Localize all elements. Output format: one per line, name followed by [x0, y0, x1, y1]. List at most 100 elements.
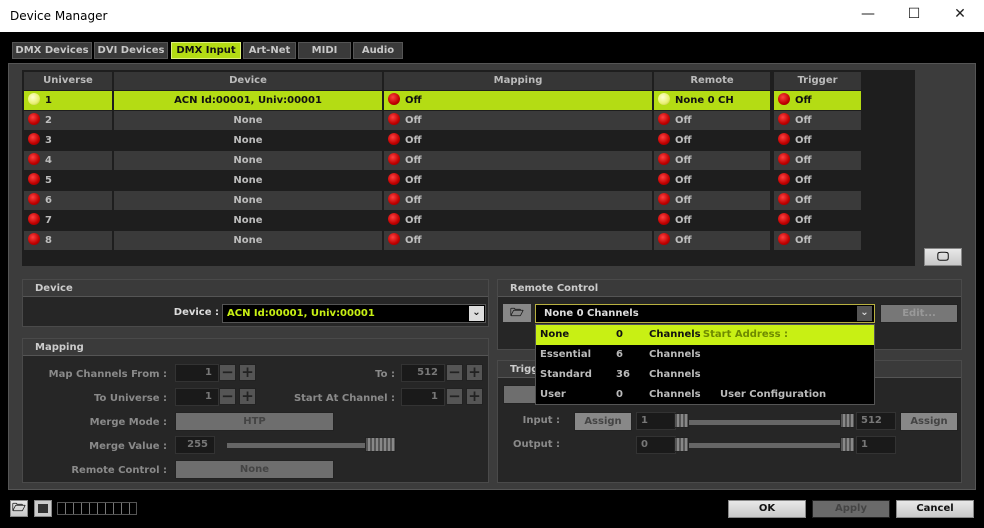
- column-header-remote[interactable]: Remote: [654, 72, 770, 90]
- table-cell-remote[interactable]: Off: [654, 191, 770, 210]
- folder-open-icon[interactable]: 🗁: [503, 304, 531, 322]
- table-cell-mapping[interactable]: Off: [384, 151, 652, 170]
- merge-mode-button[interactable]: HTP: [175, 412, 334, 431]
- apply-button[interactable]: Apply: [812, 500, 890, 518]
- column-header-device[interactable]: Device: [114, 72, 382, 90]
- plus-icon[interactable]: +: [239, 388, 256, 405]
- remote-control-select[interactable]: None 0 Channels ⌄: [535, 304, 875, 323]
- table-cell-universe[interactable]: 1: [24, 91, 112, 110]
- minus-icon[interactable]: −: [446, 388, 463, 405]
- to-universe-field[interactable]: 1: [175, 388, 219, 406]
- table-cell-universe[interactable]: 8: [24, 231, 112, 250]
- table-cell-remote[interactable]: Off: [654, 231, 770, 250]
- tab-midi[interactable]: MIDI: [298, 42, 351, 59]
- map-to-field[interactable]: 512: [401, 364, 445, 382]
- merge-value-slider[interactable]: [227, 443, 367, 448]
- maximize-button[interactable]: ☐: [904, 6, 924, 26]
- table-cell-remote[interactable]: Off: [654, 171, 770, 190]
- input-max-handle[interactable]: [840, 413, 855, 428]
- table-cell-trigger[interactable]: Off: [774, 231, 861, 250]
- tab-art-net[interactable]: Art-Net: [243, 42, 296, 59]
- close-button[interactable]: ✕: [950, 6, 970, 26]
- merge-value-field[interactable]: 255: [175, 436, 215, 454]
- table-cell-trigger[interactable]: Off: [774, 171, 861, 190]
- table-cell-device[interactable]: None: [114, 171, 382, 190]
- input-min-handle[interactable]: [674, 413, 689, 428]
- input-from-field[interactable]: 1: [636, 412, 676, 430]
- minus-icon[interactable]: −: [219, 388, 236, 405]
- tab-dmx-devices[interactable]: DMX Devices: [12, 42, 92, 59]
- table-cell-device[interactable]: ACN Id:00001, Univ:00001: [114, 91, 382, 110]
- tab-dmx-input[interactable]: DMX Input: [171, 42, 241, 59]
- table-cell-trigger[interactable]: Off: [774, 111, 861, 130]
- edit-button[interactable]: Edit...: [880, 304, 958, 323]
- table-cell-mapping[interactable]: Off: [384, 131, 652, 150]
- table-cell-universe[interactable]: 6: [24, 191, 112, 210]
- input-assign-button[interactable]: Assign: [574, 412, 632, 431]
- table-cell-mapping[interactable]: Off: [384, 211, 652, 230]
- chevron-down-icon[interactable]: ⌄: [857, 306, 872, 321]
- minus-icon[interactable]: −: [446, 364, 463, 381]
- output-from-field[interactable]: 0: [636, 436, 676, 454]
- table-cell-trigger[interactable]: Off: [774, 131, 861, 150]
- column-header-universe[interactable]: Universe: [24, 72, 112, 90]
- column-header-mapping[interactable]: Mapping: [384, 72, 652, 90]
- tab-audio[interactable]: Audio: [353, 42, 403, 59]
- input-range-slider[interactable]: [684, 420, 844, 425]
- table-cell-universe[interactable]: 7: [24, 211, 112, 230]
- table-cell-mapping[interactable]: Off: [384, 91, 652, 110]
- cell-text: Off: [675, 135, 692, 146]
- ok-button[interactable]: OK: [728, 500, 806, 518]
- output-range-slider[interactable]: [684, 443, 844, 448]
- table-cell-remote[interactable]: None 0 CH: [654, 91, 770, 110]
- dropdown-option-user[interactable]: User 0 Channels User Configuration: [536, 385, 874, 405]
- table-cell-universe[interactable]: 5: [24, 171, 112, 190]
- table-cell-universe[interactable]: 4: [24, 151, 112, 170]
- table-cell-device[interactable]: None: [114, 131, 382, 150]
- table-cell-remote[interactable]: Off: [654, 111, 770, 130]
- dropdown-option-standard[interactable]: Standard 36 Channels: [536, 365, 874, 385]
- table-cell-device[interactable]: None: [114, 151, 382, 170]
- table-cell-mapping[interactable]: Off: [384, 231, 652, 250]
- output-max-handle[interactable]: [840, 437, 855, 452]
- table-cell-trigger[interactable]: Off: [774, 151, 861, 170]
- cell-text: None: [233, 195, 263, 206]
- table-cell-mapping[interactable]: Off: [384, 171, 652, 190]
- plus-icon[interactable]: +: [466, 388, 483, 405]
- plus-icon[interactable]: +: [466, 364, 483, 381]
- chevron-down-icon[interactable]: ⌄: [469, 306, 484, 321]
- remote-control-button[interactable]: None: [175, 460, 334, 479]
- table-cell-remote[interactable]: Off: [654, 131, 770, 150]
- output-to-field[interactable]: 1: [856, 436, 896, 454]
- map-from-field[interactable]: 1: [175, 364, 219, 382]
- table-cell-universe[interactable]: 2: [24, 111, 112, 130]
- table-cell-remote[interactable]: Off: [654, 151, 770, 170]
- cancel-button[interactable]: Cancel: [896, 500, 974, 518]
- device-select[interactable]: ACN Id:00001, Univ:00001 ⌄: [222, 304, 486, 323]
- table-cell-trigger[interactable]: Off: [774, 191, 861, 210]
- plus-icon[interactable]: +: [239, 364, 256, 381]
- minus-icon[interactable]: −: [219, 364, 236, 381]
- tab-dvi-devices[interactable]: DVI Devices: [94, 42, 168, 59]
- table-cell-remote[interactable]: Off: [654, 211, 770, 230]
- dropdown-option-essential[interactable]: Essential 6 Channels: [536, 345, 874, 365]
- start-channel-field[interactable]: 1: [401, 388, 445, 406]
- table-cell-trigger[interactable]: Off: [774, 211, 861, 230]
- table-cell-device[interactable]: None: [114, 111, 382, 130]
- table-cell-device[interactable]: None: [114, 211, 382, 230]
- table-cell-trigger[interactable]: Off: [774, 91, 861, 110]
- table-cell-mapping[interactable]: Off: [384, 191, 652, 210]
- merge-value-slider-handle[interactable]: [365, 437, 396, 452]
- minimize-button[interactable]: —: [858, 6, 878, 26]
- save-icon[interactable]: [34, 500, 52, 517]
- table-cell-mapping[interactable]: Off: [384, 111, 652, 130]
- output-min-handle[interactable]: [674, 437, 689, 452]
- table-cell-device[interactable]: None: [114, 231, 382, 250]
- column-header-trigger[interactable]: Trigger: [774, 72, 861, 90]
- table-cell-device[interactable]: None: [114, 191, 382, 210]
- input-to-field[interactable]: 512: [856, 412, 896, 430]
- monitor-icon-button[interactable]: 🖵: [924, 248, 962, 266]
- table-cell-universe[interactable]: 3: [24, 131, 112, 150]
- folder-open-icon[interactable]: 🗁: [10, 500, 28, 517]
- output-assign-button[interactable]: Assign: [900, 412, 958, 431]
